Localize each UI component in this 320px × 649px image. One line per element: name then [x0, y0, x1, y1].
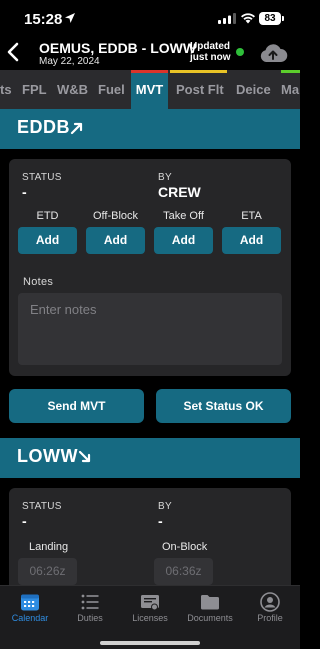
tab-partial-right[interactable]: Ma — [281, 70, 300, 109]
profile-icon — [260, 592, 280, 612]
departure-airport-code: EDDB — [17, 117, 71, 137]
off-block-label: Off-Block — [92, 210, 139, 222]
tab-label: W&B — [57, 82, 89, 97]
clock-time: 15:28 — [24, 11, 63, 28]
nav-licenses[interactable]: Licenses — [120, 586, 180, 636]
etd-label: ETD — [36, 210, 59, 222]
by-value: CREW — [158, 184, 201, 200]
wifi-icon — [241, 13, 255, 24]
nav-duties[interactable]: Duties — [60, 586, 120, 636]
tab-bar: ts FPL W&B Fuel MVT Post Flt Deice Ma — [0, 70, 300, 109]
arrow-down-right-icon — [78, 450, 91, 463]
tab-label: Post Flt — [176, 82, 224, 97]
departure-card: STATUS - BY CREW ETD Off-Block Take Off … — [9, 159, 291, 376]
on-block-time-field[interactable]: 06:36z — [154, 558, 213, 585]
tab-mvt[interactable]: MVT — [131, 70, 168, 109]
add-etd-button[interactable]: Add — [18, 227, 77, 254]
status-label: STATUS — [22, 501, 62, 512]
tab-deice[interactable]: Deice — [236, 70, 274, 109]
nav-label: Duties — [77, 613, 103, 623]
tab-fuel[interactable]: Fuel — [98, 70, 128, 109]
send-mvt-button[interactable]: Send MVT — [9, 389, 144, 423]
nav-documents[interactable]: Documents — [180, 586, 240, 636]
eta-label: ETA — [241, 210, 262, 222]
tab-post-flt[interactable]: Post Flt — [170, 70, 227, 109]
tab-status-strip — [170, 70, 227, 73]
folder-icon — [201, 595, 219, 610]
cloud-upload-icon[interactable] — [258, 42, 288, 64]
signal-icon — [218, 13, 236, 24]
license-icon — [141, 595, 159, 611]
by-label: BY — [158, 501, 172, 512]
flight-title: OEMUS, EDDB - LOWW — [39, 40, 197, 56]
by-value: - — [158, 513, 163, 529]
by-label: BY — [158, 172, 172, 183]
notes-placeholder: Enter notes — [30, 302, 97, 317]
tab-label: Deice — [236, 82, 271, 97]
battery-tip — [282, 16, 284, 21]
landing-time-field[interactable]: 06:26z — [18, 558, 77, 585]
arrival-card: STATUS - BY - Landing On-Block 06:26z 06… — [9, 488, 291, 585]
add-take-off-button[interactable]: Add — [154, 227, 213, 254]
sync-status-line1: Updated — [190, 41, 230, 52]
take-off-label: Take Off — [163, 210, 204, 222]
tab-fpl[interactable]: FPL — [22, 70, 48, 109]
flight-date: May 22, 2024 — [39, 56, 100, 67]
tab-label: FPL — [22, 82, 47, 97]
tab-label: MVT — [135, 82, 164, 97]
back-chevron-icon[interactable] — [6, 42, 20, 62]
sync-status-dot — [236, 48, 244, 56]
battery-icon: 83 — [259, 12, 281, 25]
tab-label: Fuel — [98, 82, 125, 97]
tab-label: ts — [0, 82, 12, 97]
nav-label: Licenses — [132, 613, 168, 623]
arrow-up-right-icon — [70, 122, 83, 135]
status-label: STATUS — [22, 172, 62, 183]
nav-label: Profile — [257, 613, 283, 623]
sync-status-line2: just now — [190, 52, 231, 63]
nav-calendar[interactable]: Calendar — [0, 586, 60, 636]
departure-section-header: EDDB — [0, 109, 300, 149]
tab-status-strip — [131, 70, 168, 73]
status-value: - — [22, 184, 27, 200]
arrival-airport-code: LOWW — [17, 446, 78, 466]
location-arrow-icon — [65, 13, 75, 23]
sync-status-text: Updated just now — [190, 41, 231, 63]
landing-label: Landing — [29, 541, 69, 553]
add-off-block-button[interactable]: Add — [86, 227, 145, 254]
tab-label: Ma — [281, 82, 300, 97]
tab-wb[interactable]: W&B — [57, 70, 89, 109]
nav-label: Calendar — [11, 613, 49, 623]
status-bar: 15:28 83 — [0, 0, 300, 36]
nav-label: Documents — [187, 613, 233, 623]
home-indicator — [100, 641, 200, 645]
set-status-ok-button[interactable]: Set Status OK — [156, 389, 291, 423]
flight-header: OEMUS, EDDB - LOWW May 22, 2024 Updated … — [0, 36, 300, 70]
notes-label: Notes — [23, 276, 54, 288]
add-eta-button[interactable]: Add — [222, 227, 281, 254]
on-block-label: On-Block — [162, 541, 208, 553]
tab-status-strip — [281, 70, 300, 73]
notes-input[interactable]: Enter notes — [18, 293, 282, 365]
arrival-section-header: LOWW — [0, 438, 300, 478]
calendar-icon — [21, 594, 39, 611]
status-value: - — [22, 513, 27, 529]
bottom-nav: Calendar Duties Licenses Documents Profi… — [0, 585, 300, 649]
tab-partial-left[interactable]: ts — [0, 70, 16, 109]
nav-profile[interactable]: Profile — [240, 586, 300, 636]
list-icon — [81, 594, 99, 610]
